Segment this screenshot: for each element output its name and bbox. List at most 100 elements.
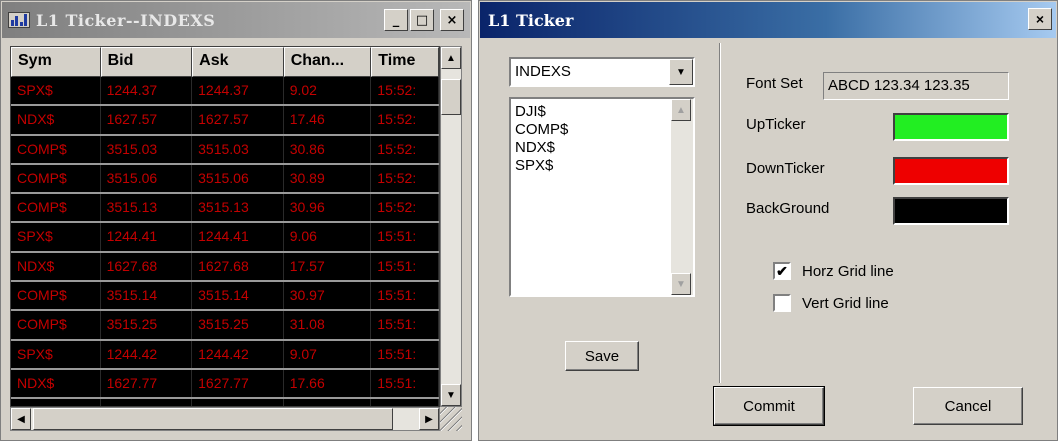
down-ticker-label: DownTicker <box>746 160 825 177</box>
cell-bid <box>101 399 193 406</box>
table-row[interactable]: COMP$ 3515.14 3515.14 30.97 15:51: <box>11 282 439 312</box>
cell-sym: NDX$ <box>11 106 101 134</box>
vertical-divider <box>719 43 721 383</box>
cell-time <box>371 399 439 406</box>
cell-change: 9.07 <box>284 340 372 368</box>
listbox-scroll-up-icon[interactable]: ▲ <box>671 99 691 121</box>
scroll-up-arrow-icon[interactable]: ▲ <box>441 47 461 69</box>
cell-change: 17.46 <box>284 106 372 134</box>
table-row[interactable]: SPX$ 1244.41 1244.41 9.06 15:51: <box>11 223 439 253</box>
ticker-window-title: L1 Ticker--INDEXS <box>36 10 216 30</box>
cell-sym: SPX$ <box>11 223 101 251</box>
cell-bid: 3515.13 <box>101 194 193 222</box>
cell-sym: SPX$ <box>11 340 101 368</box>
maximize-button[interactable]: □ <box>410 9 434 31</box>
horz-grid-checkbox[interactable]: ✔ <box>773 262 791 280</box>
cancel-button[interactable]: Cancel <box>913 387 1023 425</box>
cell-bid: 1627.68 <box>101 252 193 281</box>
save-button[interactable]: Save <box>565 341 639 371</box>
scroll-left-arrow-icon[interactable]: ◀ <box>11 408 31 430</box>
cell-time: 15:52: <box>371 135 439 163</box>
scroll-right-arrow-icon[interactable]: ▶ <box>419 408 439 430</box>
cell-change: 30.89 <box>284 164 372 193</box>
cell-time: 15:51: <box>371 311 439 339</box>
ticker-title-bar[interactable]: L1 Ticker--INDEXS _ □ × <box>2 2 470 38</box>
down-ticker-color-swatch[interactable] <box>893 157 1009 185</box>
resize-grip-icon[interactable] <box>440 407 462 431</box>
table-row[interactable]: SPX$ 1244.42 1244.42 9.07 15:51: <box>11 340 439 370</box>
column-header-change[interactable]: Chan... <box>283 47 372 77</box>
list-item[interactable]: NDX$ <box>515 139 568 157</box>
table-row[interactable]: COMP$ 3515.06 3515.06 30.89 15:52: <box>11 164 439 195</box>
cell-change: 30.97 <box>284 282 372 310</box>
grid-header: Sym Bid Ask Chan... Time <box>11 47 439 77</box>
listbox-scrollbar[interactable]: ▲ ▼ <box>671 99 693 295</box>
list-item[interactable]: COMP$ <box>515 121 568 139</box>
cell-sym: COMP$ <box>11 135 101 163</box>
vert-grid-checkbox[interactable] <box>773 294 791 312</box>
table-row[interactable]: COMP$ 3515.25 3515.25 31.08 15:51: <box>11 311 439 341</box>
commit-button[interactable]: Commit <box>713 386 825 426</box>
cell-ask: 1627.68 <box>192 252 284 281</box>
symbol-listbox[interactable]: DJI$ COMP$ NDX$ SPX$ ▲ ▼ <box>509 97 695 297</box>
cell-change: 31.08 <box>284 311 372 339</box>
cell-bid: 1244.41 <box>101 223 193 251</box>
listbox-scroll-down-icon[interactable]: ▼ <box>671 273 691 295</box>
cell-bid: 1244.37 <box>101 77 193 105</box>
close-button[interactable]: × <box>440 9 464 31</box>
table-row[interactable]: SPX$ 1244.37 1244.37 9.02 15:52: <box>11 77 439 107</box>
cell-bid: 3515.06 <box>101 164 193 193</box>
cell-bid: 3515.03 <box>101 135 193 163</box>
cell-change: 30.96 <box>284 194 372 222</box>
list-select-dropdown[interactable]: INDEXS ▼ <box>509 57 695 87</box>
table-row[interactable]: NDX$ 1627.77 1627.77 17.66 15:51: <box>11 369 439 400</box>
cell-time: 15:51: <box>371 369 439 398</box>
cell-ask <box>192 399 284 406</box>
cell-sym: NDX$ <box>11 369 101 398</box>
cell-change: 17.66 <box>284 369 372 398</box>
cell-ask: 1244.42 <box>192 340 284 368</box>
font-set-sample[interactable]: ABCD 123.34 123.35 <box>823 72 1009 100</box>
table-row[interactable]: COMP$ 3515.03 3515.03 30.86 15:52: <box>11 135 439 165</box>
cell-sym: COMP$ <box>11 311 101 339</box>
background-color-swatch[interactable] <box>893 197 1009 225</box>
column-header-ask[interactable]: Ask <box>192 47 284 77</box>
cell-sym: SPX$ <box>11 77 101 105</box>
column-header-sym[interactable]: Sym <box>11 47 101 77</box>
ticker-grid: Sym Bid Ask Chan... Time SPX$ 1244.37 1244… <box>10 46 440 407</box>
chevron-down-icon[interactable]: ▼ <box>669 59 693 85</box>
ticker-window: L1 Ticker--INDEXS _ □ × Sym Bid Ask Chan… <box>0 0 472 441</box>
cell-time: 15:52: <box>371 77 439 105</box>
cell-sym: NDX$ <box>11 252 101 281</box>
symbol-list: DJI$ COMP$ NDX$ SPX$ <box>515 103 568 175</box>
table-row[interactable]: NDX$ 1627.68 1627.68 17.57 15:51: <box>11 252 439 283</box>
up-ticker-color-swatch[interactable] <box>893 113 1009 141</box>
cell-time: 15:52: <box>371 106 439 134</box>
settings-dialog: L1 Ticker × INDEXS ▼ DJI$ COMP$ NDX$ SPX$ ▲… <box>478 0 1058 441</box>
cell-sym <box>11 399 101 406</box>
cell-change: 30.86 <box>284 135 372 163</box>
cell-ask: 3515.13 <box>192 194 284 222</box>
cell-sym: COMP$ <box>11 164 101 193</box>
vertical-scroll-thumb[interactable] <box>441 79 461 115</box>
dialog-close-button[interactable]: × <box>1028 8 1052 30</box>
cell-time: 15:52: <box>371 194 439 222</box>
horizontal-scroll-thumb[interactable] <box>33 408 393 430</box>
cell-time: 15:51: <box>371 340 439 368</box>
font-set-label: Font Set <box>746 75 803 92</box>
scroll-down-arrow-icon[interactable]: ▼ <box>441 384 461 406</box>
cell-time: 15:52: <box>371 164 439 193</box>
column-header-bid[interactable]: Bid <box>100 47 193 77</box>
settings-title-bar[interactable]: L1 Ticker × <box>480 2 1056 38</box>
minimize-button[interactable]: _ <box>384 9 408 31</box>
cell-time: 15:51: <box>371 282 439 310</box>
column-header-time[interactable]: Time <box>371 47 439 77</box>
horizontal-scrollbar[interactable]: ◀ ▶ <box>10 407 440 431</box>
vertical-scrollbar[interactable]: ▲ ▼ <box>440 46 462 407</box>
list-item[interactable]: DJI$ <box>515 103 568 121</box>
table-row[interactable] <box>11 399 439 406</box>
table-row[interactable]: COMP$ 3515.13 3515.13 30.96 15:52: <box>11 194 439 224</box>
table-row[interactable]: NDX$ 1627.57 1627.57 17.46 15:52: <box>11 106 439 136</box>
cell-ask: 1627.77 <box>192 369 284 398</box>
list-item[interactable]: SPX$ <box>515 157 568 175</box>
